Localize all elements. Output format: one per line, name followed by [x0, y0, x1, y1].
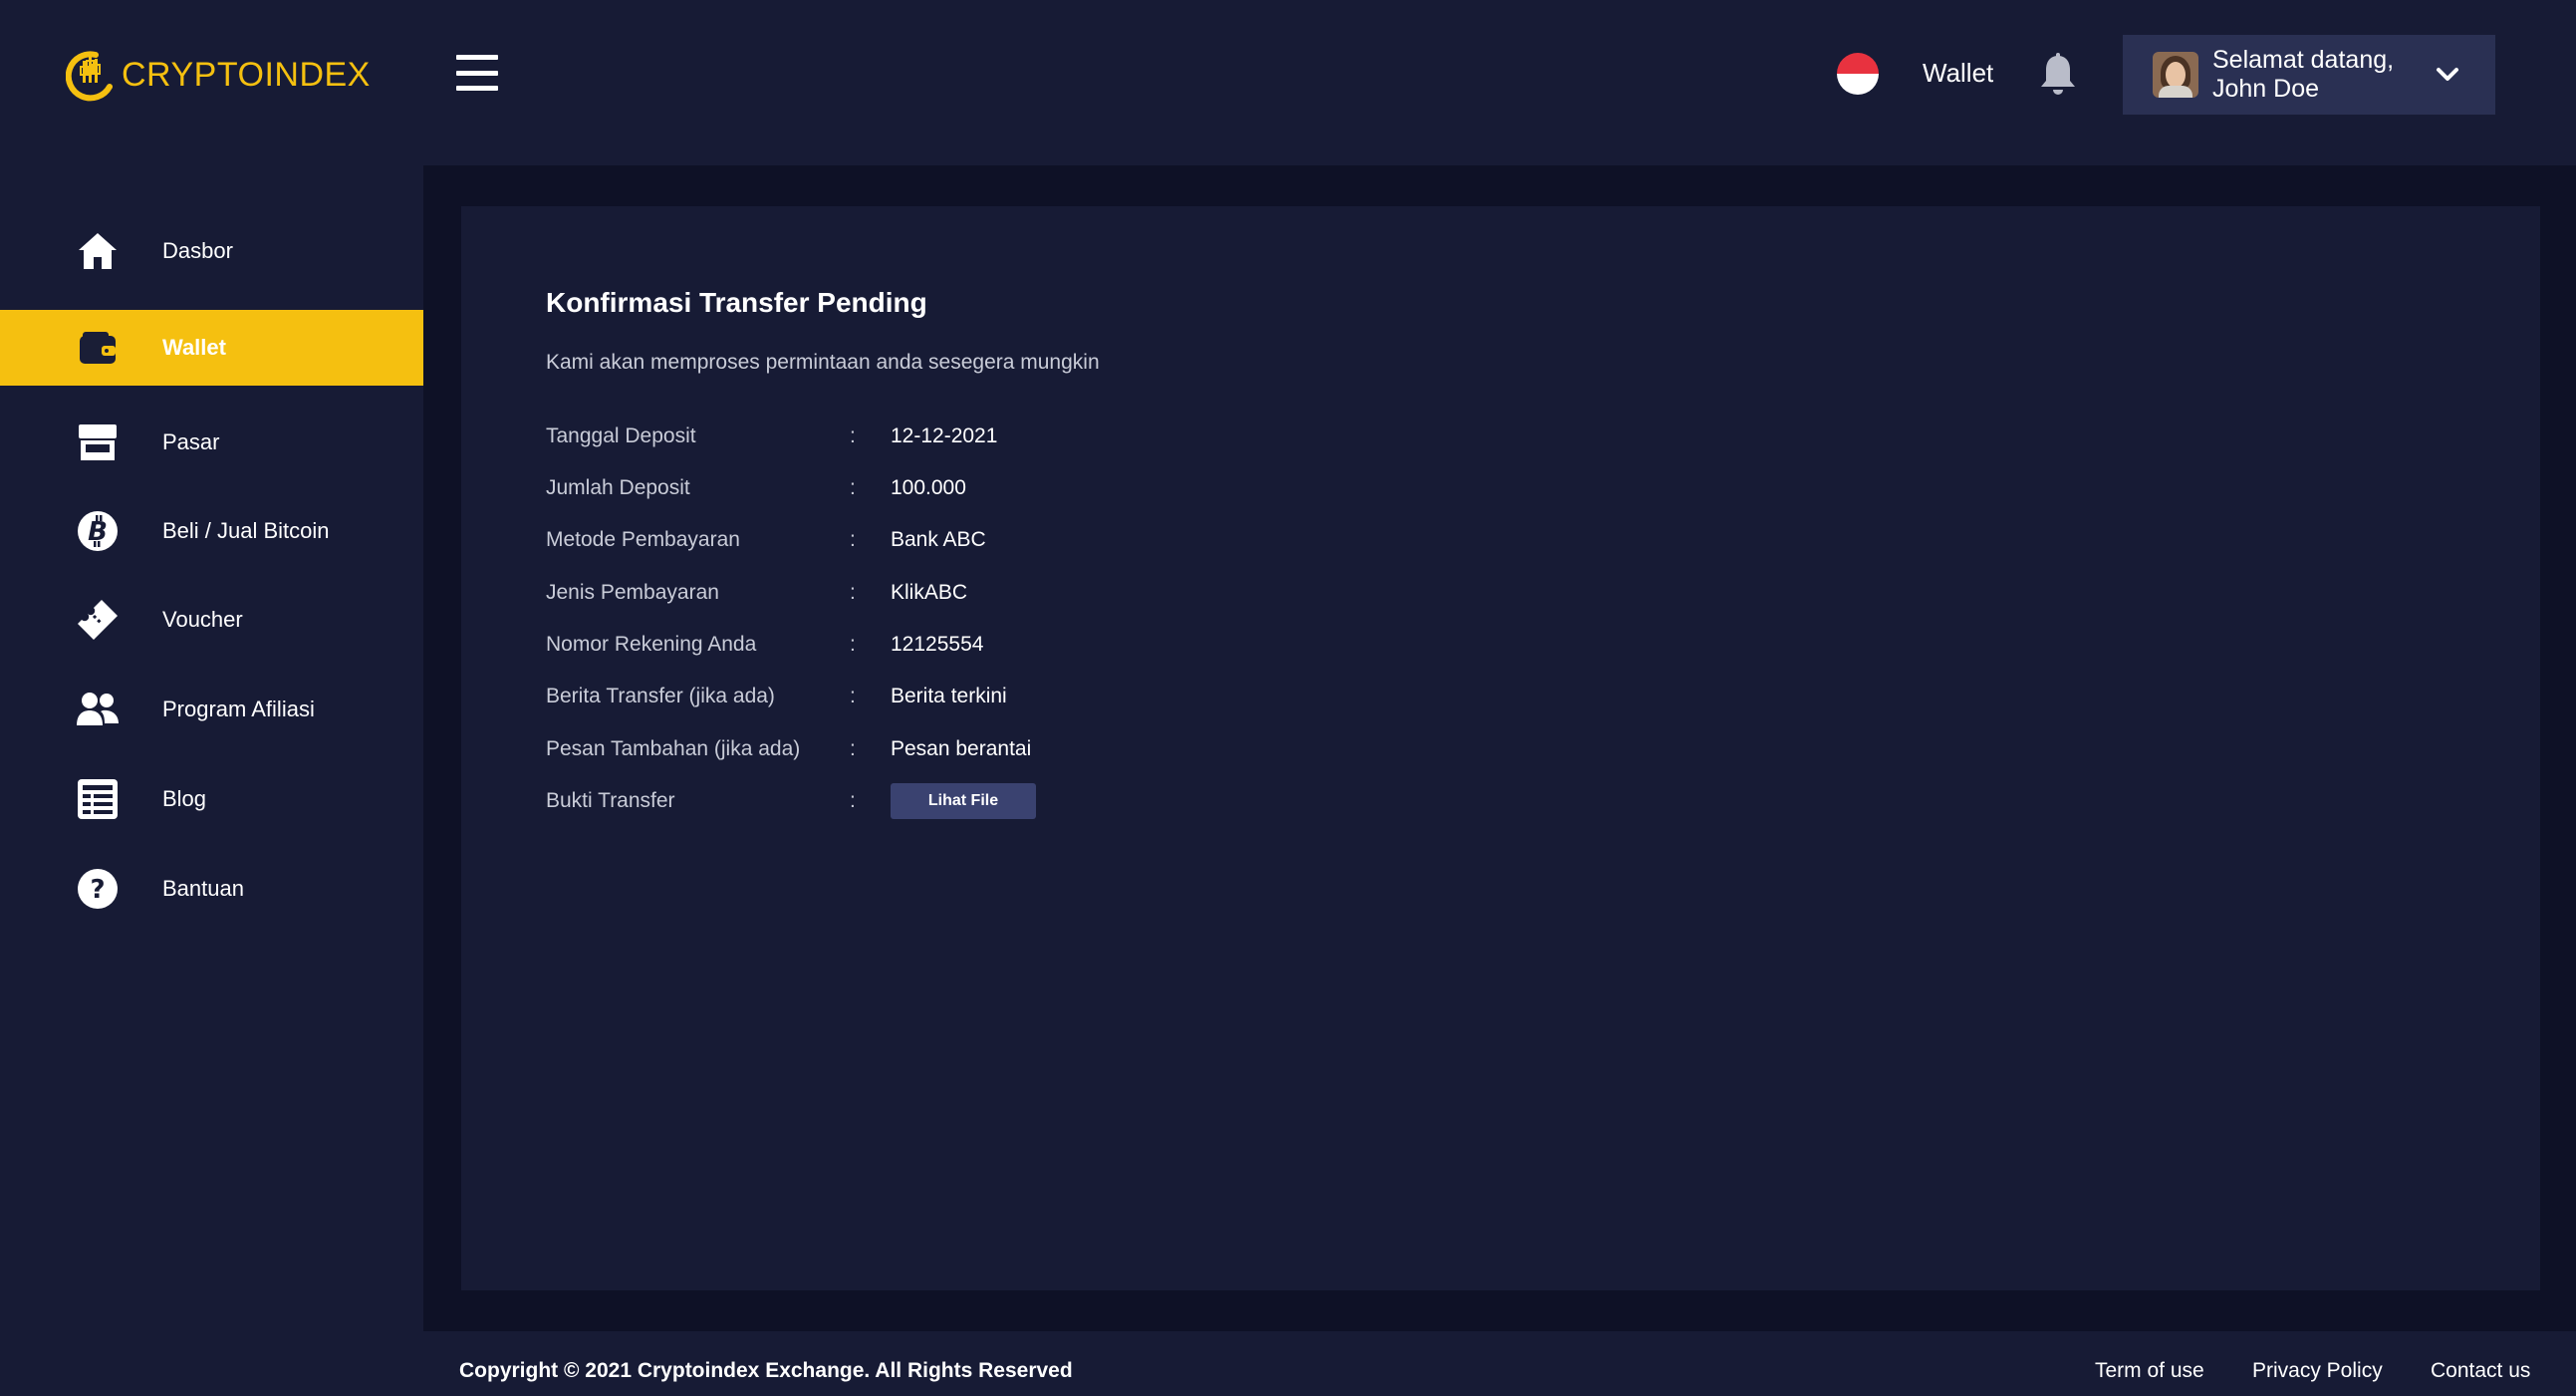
sidebar-item-label: Blog	[162, 786, 207, 811]
greeting-label: Selamat datang,	[2212, 46, 2395, 74]
indonesia-flag-icon[interactable]	[1837, 53, 1879, 95]
page-subtitle: Kami akan memproses permintaan anda sese…	[546, 351, 1100, 374]
sidebar-item-label: Bantuan	[162, 876, 244, 901]
detail-separator: :	[850, 581, 856, 604]
footer-link-contact[interactable]: Contact us	[2431, 1359, 2530, 1383]
sidebar-item-label: Dasbor	[162, 238, 233, 263]
newspaper-icon	[76, 777, 120, 821]
cryptoindex-logo-icon	[66, 51, 113, 102]
header-wallet-link[interactable]: Wallet	[1923, 58, 1993, 89]
svg-text:?: ?	[90, 875, 105, 905]
store-icon	[76, 420, 120, 464]
hamburger-icon	[456, 55, 498, 60]
sidebar-item-bantuan[interactable]: ? Bantuan	[0, 851, 423, 927]
sidebar-item-blog[interactable]: Blog	[0, 761, 423, 837]
bitcoin-icon: B	[76, 509, 120, 553]
detail-separator: :	[850, 528, 856, 551]
help-icon: ?	[76, 867, 120, 911]
detail-value: Pesan berantai	[891, 737, 1032, 760]
brand-logo[interactable]: CRYPTOINDEX	[66, 46, 371, 104]
page-title: Konfirmasi Transfer Pending	[546, 287, 927, 318]
top-header: CRYPTOINDEX Wallet Selamat datang, John …	[0, 0, 2576, 165]
detail-value: Bank ABC	[891, 528, 986, 551]
user-greeting: Selamat datang, John Doe	[2212, 46, 2394, 104]
detail-label: Bukti Transfer	[546, 789, 675, 812]
users-icon	[76, 688, 120, 731]
footer-link-terms[interactable]: Term of use	[2095, 1359, 2204, 1383]
detail-label: Jenis Pembayaran	[546, 581, 719, 604]
detail-label: Jumlah Deposit	[546, 476, 690, 499]
user-name: John Doe	[2212, 75, 2320, 103]
detail-row-berita-transfer: Berita Transfer (jika ada) : Berita terk…	[546, 683, 1442, 712]
detail-label: Berita Transfer (jika ada)	[546, 685, 775, 707]
detail-value: 12125554	[891, 633, 984, 656]
sidebar: Dasbor Wallet Pasar B Beli / Jual Bitcoi…	[0, 165, 423, 1396]
detail-separator: :	[850, 424, 856, 447]
sidebar-item-label: Beli / Jual Bitcoin	[162, 518, 330, 543]
ticket-icon	[76, 598, 120, 642]
detail-label: Metode Pembayaran	[546, 528, 740, 551]
detail-row-bukti-transfer: Bukti Transfer : Lihat File	[546, 783, 1442, 819]
detail-row-tanggal-deposit: Tanggal Deposit : 12-12-2021	[546, 422, 1442, 452]
detail-value: KlikABC	[891, 581, 968, 604]
detail-row-metode-pembayaran: Metode Pembayaran : Bank ABC	[546, 526, 1442, 556]
detail-separator: :	[850, 685, 856, 707]
detail-value: 12-12-2021	[891, 424, 998, 447]
detail-separator: :	[850, 633, 856, 656]
wallet-icon	[76, 326, 120, 370]
brand-name: CRYPTOINDEX	[122, 55, 371, 94]
detail-value: 100.000	[891, 476, 966, 499]
detail-separator: :	[850, 476, 856, 499]
home-icon	[76, 229, 120, 273]
view-file-button[interactable]: Lihat File	[891, 783, 1036, 819]
user-menu-dropdown[interactable]: Selamat datang, John Doe	[2123, 35, 2495, 115]
detail-separator: :	[850, 737, 856, 760]
detail-row-pesan-tambahan: Pesan Tambahan (jika ada) : Pesan berant…	[546, 735, 1442, 765]
sidebar-item-pasar[interactable]: Pasar	[0, 405, 423, 480]
sidebar-item-dasbor[interactable]: Dasbor	[0, 213, 423, 289]
sidebar-item-wallet[interactable]: Wallet	[0, 310, 423, 386]
menu-toggle-button[interactable]	[456, 55, 498, 91]
detail-label: Tanggal Deposit	[546, 424, 696, 447]
footer-copyright: Copyright © 2021 Cryptoindex Exchange. A…	[459, 1359, 1073, 1382]
sidebar-item-label: Wallet	[162, 335, 226, 360]
bell-icon[interactable]	[2037, 52, 2079, 98]
detail-row-jenis-pembayaran: Jenis Pembayaran : KlikABC	[546, 579, 1442, 609]
sidebar-item-beli-jual-bitcoin[interactable]: B Beli / Jual Bitcoin	[0, 493, 423, 569]
detail-row-nomor-rekening: Nomor Rekening Anda : 12125554	[546, 631, 1442, 661]
chevron-down-icon	[2437, 68, 2458, 81]
detail-row-jumlah-deposit: Jumlah Deposit : 100.000	[546, 474, 1442, 504]
detail-separator: :	[850, 789, 856, 812]
detail-label: Pesan Tambahan (jika ada)	[546, 737, 801, 760]
sidebar-item-program-afiliasi[interactable]: Program Afiliasi	[0, 672, 423, 747]
sidebar-item-label: Program Afiliasi	[162, 697, 315, 721]
footer-link-privacy[interactable]: Privacy Policy	[2252, 1359, 2383, 1383]
sidebar-item-label: Pasar	[162, 429, 220, 454]
detail-label: Nomor Rekening Anda	[546, 633, 757, 656]
sidebar-item-label: Voucher	[162, 607, 243, 632]
detail-value: Berita terkini	[891, 685, 1007, 707]
sidebar-item-voucher[interactable]: Voucher	[0, 582, 423, 658]
avatar	[2153, 52, 2198, 98]
